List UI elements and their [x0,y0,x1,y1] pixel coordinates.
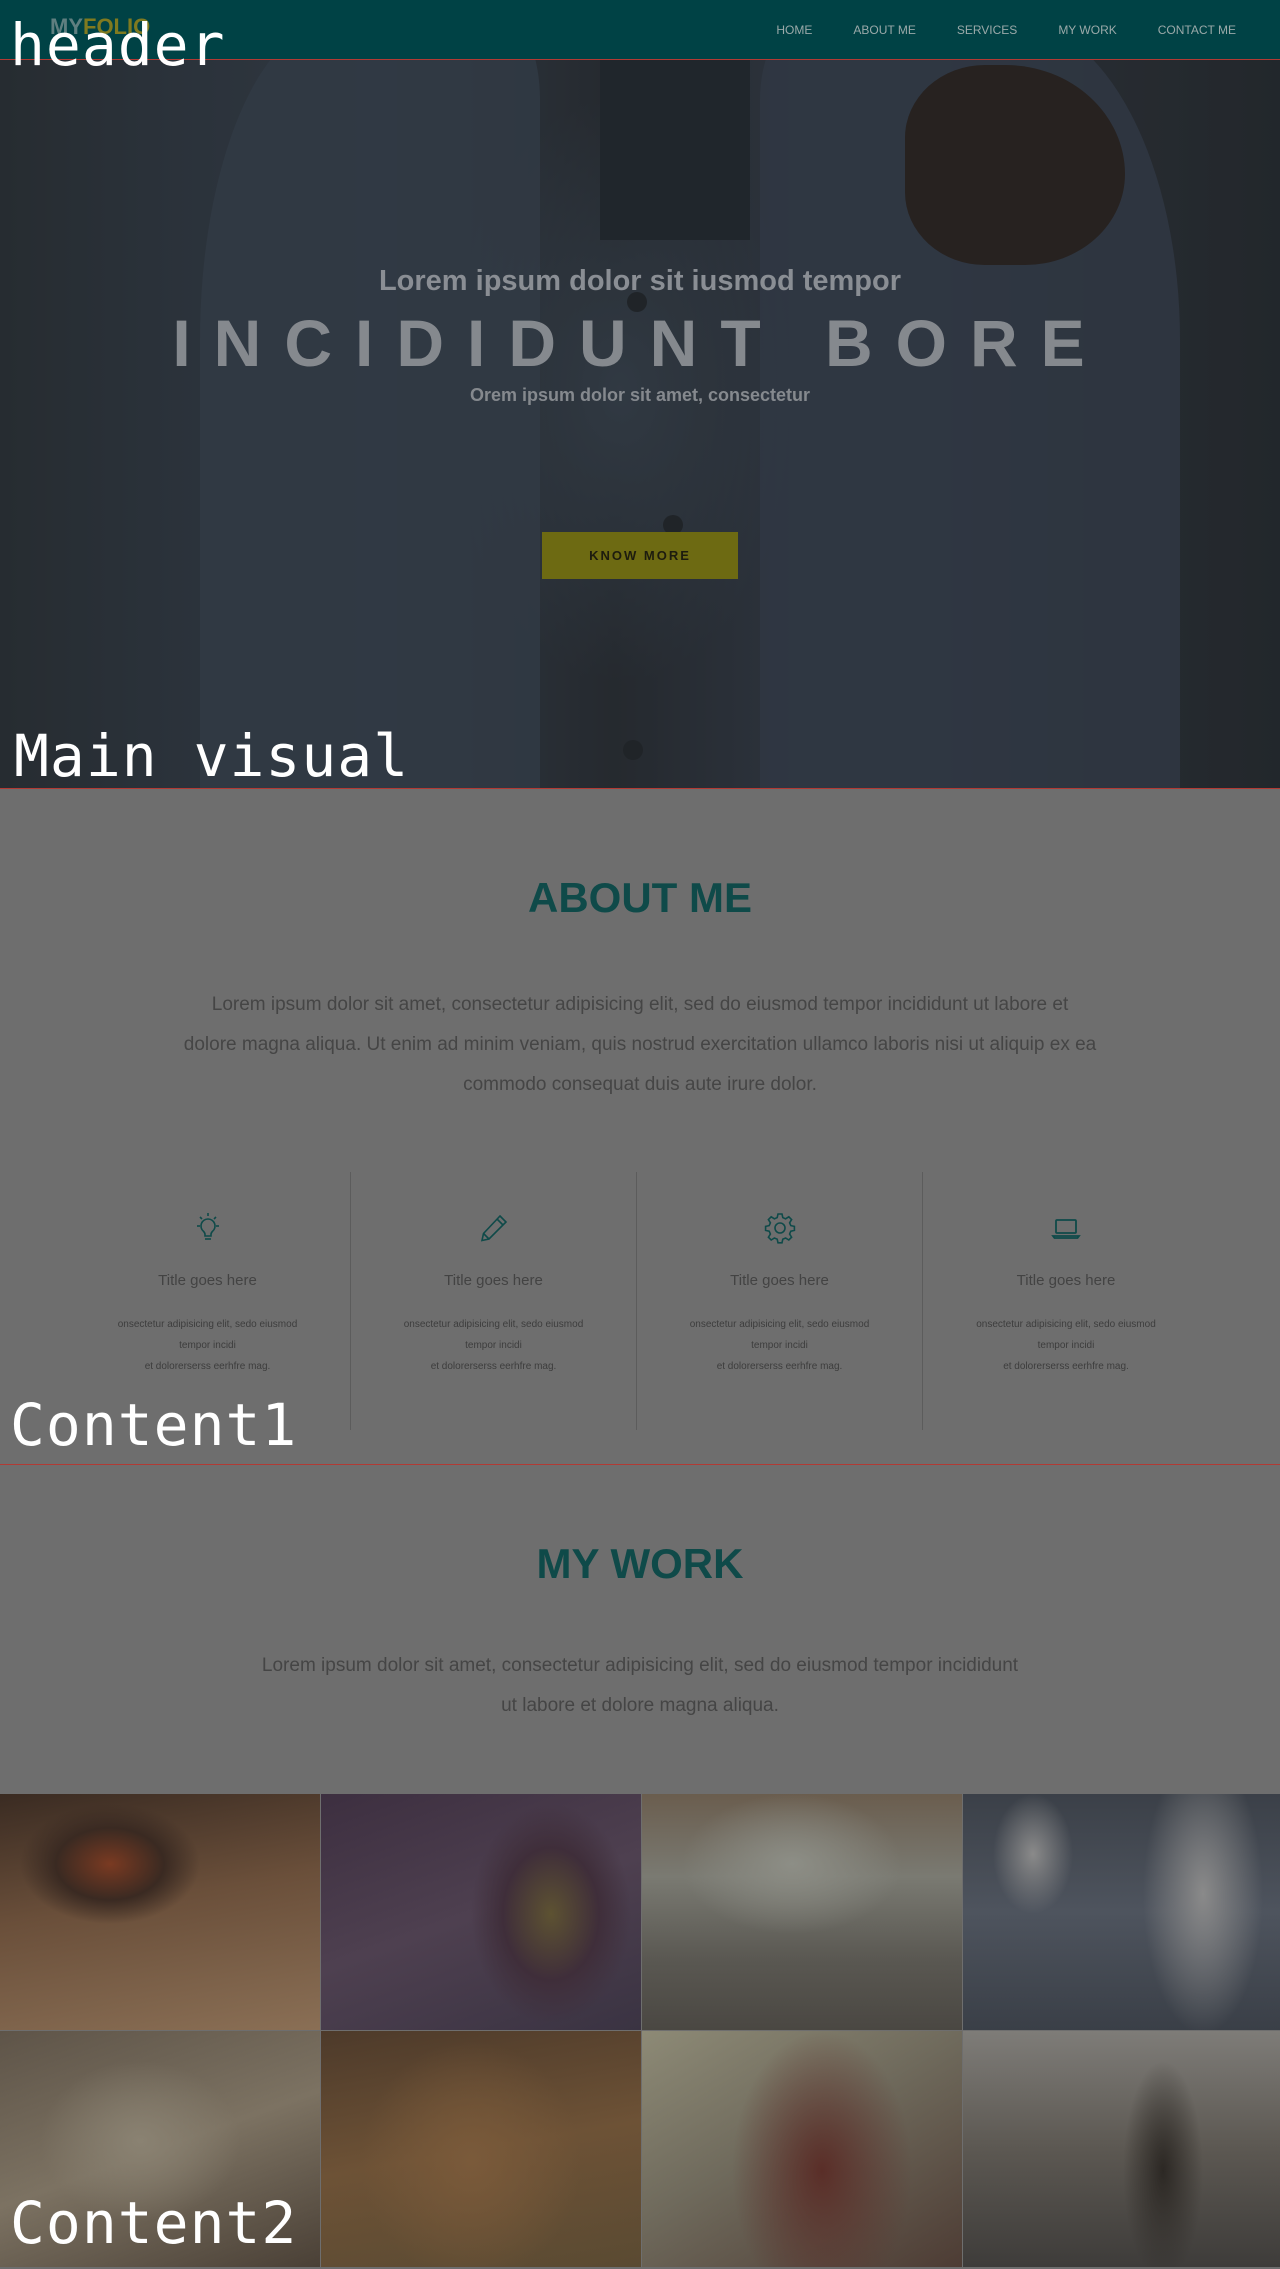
portfolio-item-car[interactable] [642,1794,962,2030]
feature-desc-line: tempor incidi [751,1340,808,1351]
annotation-content2: Content2 [10,2189,298,2257]
about-text-line-2: dolore magna aliqua. Ut enim ad minim ve… [183,1034,1097,1055]
know-more-button[interactable]: KNOW MORE [542,532,738,579]
feature-desc-line: et dolorerserss eerhfre mag. [1003,1361,1129,1372]
nav-contact-me[interactable]: CONTACT ME [1158,23,1236,37]
pencil-icon [480,1214,508,1242]
annotation-header: header [10,11,226,79]
hero-subtitle: Lorem ipsum dolor sit iusmod tempor [378,265,902,297]
portfolio-item-leaf[interactable] [321,1794,641,2030]
portfolio-item-sunglasses[interactable] [0,1794,320,2030]
nav-services[interactable]: SERVICES [957,23,1017,37]
work-text-line-1: Lorem ipsum dolor sit amet, consectetur … [261,1655,1019,1676]
hero-title: INCIDIDUNT BORE [172,306,1108,380]
main-nav: HOME ABOUT ME SERVICES MY WORK CONTACT M… [776,0,1280,60]
annotation-content1: Content1 [10,1391,298,1459]
feature-card: Title goes here onsectetur adipisicing e… [923,1172,1209,1430]
nav-home[interactable]: HOME [776,23,812,37]
gear-icon [764,1213,796,1244]
about-text-line-3: commodo consequat duis aute irure dolor. [463,1074,817,1095]
feature-description: onsectetur adipisicing elit, sedo eiusmo… [65,1314,350,1377]
feature-desc-line: onsectetur adipisicing elit, sedo eiusmo… [403,1319,584,1330]
portfolio-item-dog[interactable] [321,2031,641,2267]
hero-caption: Orem ipsum dolor sit amet, consectetur [469,385,811,405]
feature-description: onsectetur adipisicing elit, sedo eiusmo… [351,1314,636,1377]
lightbulb-icon [197,1213,219,1240]
feature-desc-line: tempor incidi [179,1340,236,1351]
feature-desc-line: et dolorerserss eerhfre mag. [144,1361,271,1372]
about-text-line-1: Lorem ipsum dolor sit amet, consectetur … [211,994,1069,1015]
feature-desc-line: onsectetur adipisicing elit, sedo eiusmo… [689,1319,870,1330]
feature-title: Title goes here [158,1272,257,1289]
portfolio-item-hair[interactable] [642,2031,962,2267]
feature-description: onsectetur adipisicing elit, sedo eiusmo… [923,1314,1209,1377]
laptop-icon [1051,1219,1081,1239]
portfolio-item-street[interactable] [963,2031,1280,2267]
portfolio-item-swan[interactable] [963,1794,1280,2030]
feature-desc-line: tempor incidi [465,1340,522,1351]
feature-desc-line: onsectetur adipisicing elit, sedo eiusmo… [117,1319,298,1330]
feature-desc-line: onsectetur adipisicing elit, sedo eiusmo… [976,1319,1156,1330]
hero-section: Lorem ipsum dolor sit iusmod tempor INCI… [0,60,1280,789]
annotation-main-visual: Main visual [14,722,410,790]
feature-desc-line: et dolorerserss eerhfre mag. [430,1361,557,1372]
feature-description: onsectetur adipisicing elit, sedo eiusmo… [637,1314,922,1377]
feature-card: Title goes here onsectetur adipisicing e… [637,1172,923,1430]
feature-title: Title goes here [730,1272,829,1289]
nav-my-work[interactable]: MY WORK [1058,23,1116,37]
hero-overlay [0,60,1280,788]
about-title: ABOUT ME [528,874,752,921]
feature-title: Title goes here [444,1272,543,1289]
nav-about-me[interactable]: ABOUT ME [853,23,915,37]
feature-desc-line: et dolorerserss eerhfre mag. [716,1361,843,1372]
work-title: MY WORK [536,1540,744,1587]
feature-title: Title goes here [1016,1272,1116,1289]
feature-card: Title goes here onsectetur adipisicing e… [351,1172,637,1430]
work-text-line-2: ut labore et dolore magna aliqua. [501,1695,779,1716]
feature-desc-line: tempor incidi [1037,1340,1095,1351]
